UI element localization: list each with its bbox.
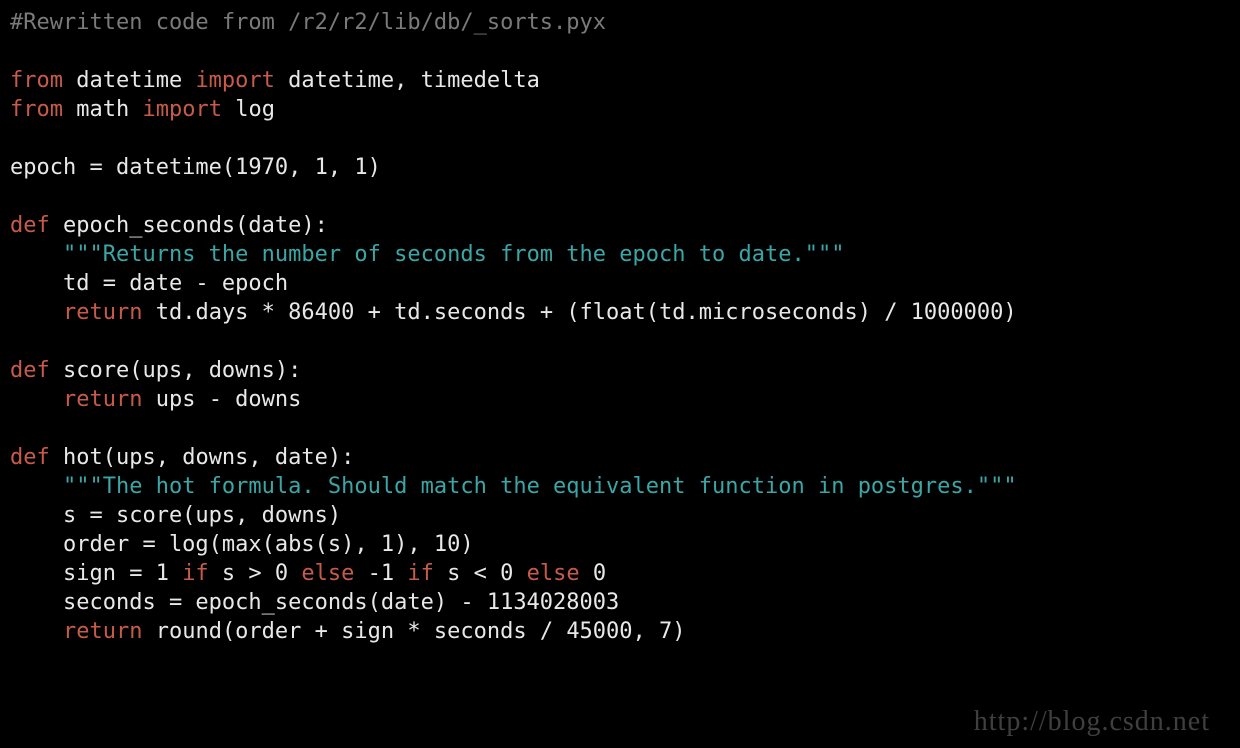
kw-import: import: [195, 68, 274, 93]
code-line: epoch = datetime(1970, 1, 1): [10, 155, 381, 180]
indent: [10, 387, 63, 412]
code-text: log: [222, 97, 275, 122]
code-text: round(order + sign * seconds / 45000, 7): [142, 619, 685, 644]
fn-name: hot(ups, downs, date):: [50, 445, 355, 470]
code-text: s > 0: [209, 561, 302, 586]
fn-name: score(ups, downs):: [50, 358, 302, 383]
code-text: datetime: [63, 68, 195, 93]
code-line: seconds = epoch_seconds(date) - 11340280…: [10, 590, 619, 615]
kw-return: return: [63, 300, 142, 325]
indent: [10, 242, 63, 267]
code-text: 0: [580, 561, 607, 586]
code-text: sign = 1: [10, 561, 182, 586]
code-comment: #Rewritten code from /r2/r2/lib/db/_sort…: [10, 10, 606, 35]
indent: [10, 474, 63, 499]
code-text: math: [63, 97, 142, 122]
kw-import: import: [142, 97, 221, 122]
kw-from: from: [10, 68, 63, 93]
code-text: ups - downs: [142, 387, 301, 412]
docstring: """The hot formula. Should match the equ…: [63, 474, 1017, 499]
code-line: td = date - epoch: [10, 271, 288, 296]
code-line: order = log(max(abs(s), 1), 10): [10, 532, 474, 557]
watermark-text: http://blog.csdn.net: [974, 707, 1210, 736]
docstring: """Returns the number of seconds from th…: [63, 242, 844, 267]
code-text: s < 0: [434, 561, 527, 586]
indent: [10, 300, 63, 325]
code-block: #Rewritten code from /r2/r2/lib/db/_sort…: [0, 0, 1240, 654]
kw-return: return: [63, 619, 142, 644]
kw-def: def: [10, 445, 50, 470]
code-text: -1: [354, 561, 407, 586]
kw-if: if: [407, 561, 434, 586]
code-text: datetime, timedelta: [275, 68, 540, 93]
kw-if: if: [182, 561, 209, 586]
code-text: td.days * 86400 + td.seconds + (float(td…: [142, 300, 1016, 325]
fn-name: epoch_seconds(date):: [50, 213, 328, 238]
kw-from: from: [10, 97, 63, 122]
code-line: s = score(ups, downs): [10, 503, 341, 528]
kw-else: else: [527, 561, 580, 586]
kw-else: else: [301, 561, 354, 586]
kw-return: return: [63, 387, 142, 412]
indent: [10, 619, 63, 644]
kw-def: def: [10, 213, 50, 238]
kw-def: def: [10, 358, 50, 383]
